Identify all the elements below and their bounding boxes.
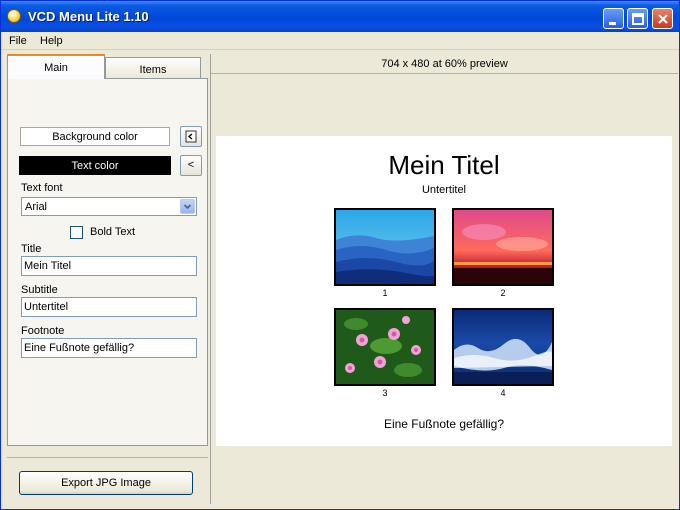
menu-item-label-4: 4	[500, 388, 506, 398]
menu-item-thumbnail-3[interactable]	[334, 308, 436, 386]
background-color-swatch[interactable]: Background color	[20, 127, 170, 146]
app-window: VCD Menu Lite 1.10 File Help Main Items …	[0, 0, 680, 510]
subtitle-label: Subtitle	[21, 284, 58, 296]
export-jpg-button[interactable]: Export JPG Image	[19, 471, 193, 495]
menu-help[interactable]: Help	[40, 35, 63, 47]
window-title: VCD Menu Lite 1.10	[28, 9, 149, 24]
tab-main[interactable]: Main	[7, 54, 105, 79]
text-color-swatch[interactable]: Text color	[19, 156, 171, 175]
footnote-field[interactable]: Eine Fußnote gefällig?	[21, 338, 197, 358]
bold-text-label: Bold Text	[90, 226, 136, 238]
edit-icon	[185, 130, 197, 143]
pink-flowers-image	[336, 310, 434, 384]
preview-panel: 704 x 480 at 60% preview Mein Titel Unte…	[210, 54, 678, 504]
maximize-button[interactable]	[627, 8, 648, 29]
red-sunset-image	[454, 210, 552, 284]
export-bar: Export JPG Image	[7, 457, 208, 504]
minimize-button[interactable]	[603, 8, 624, 29]
text-color-picker-button[interactable]: <	[180, 155, 202, 176]
preview-subtitle: Untertitel	[421, 184, 467, 196]
text-font-value: Arial	[25, 201, 48, 213]
blue-water-image	[454, 310, 552, 384]
text-font-select[interactable]: Arial	[21, 197, 197, 216]
menu-item-label-2: 2	[500, 288, 506, 298]
preview-footnote: Eine Fußnote gefällig?	[383, 417, 505, 431]
preview-area: Mein Titel Untertitel 1 2 3 4 Eine Fußno…	[211, 75, 678, 504]
main-tab-content: Background color Text color < Text font …	[7, 78, 208, 446]
title-field[interactable]: Mein Titel	[21, 256, 197, 276]
title-bar[interactable]: VCD Menu Lite 1.10	[1, 1, 679, 32]
menu-item-thumbnail-1[interactable]	[334, 208, 436, 286]
background-color-picker-button[interactable]	[180, 126, 202, 147]
menu-bar: File Help	[1, 32, 679, 50]
menu-item-label-3: 3	[382, 388, 388, 398]
menu-preview-canvas: Mein Titel Untertitel 1 2 3 4 Eine Fußno…	[216, 136, 672, 446]
menu-item-thumbnail-2[interactable]	[452, 208, 554, 286]
settings-panel: Main Items Background color Text color <…	[7, 54, 208, 504]
blue-mountains-image	[336, 210, 434, 284]
dropdown-button[interactable]	[180, 199, 195, 214]
text-color-picker-label: <	[187, 159, 195, 171]
title-label: Title	[21, 243, 42, 255]
preview-status: 704 x 480 at 60% preview	[211, 54, 678, 74]
text-font-label: Text font	[21, 182, 63, 194]
close-icon	[658, 14, 668, 24]
bold-text-checkbox[interactable]	[70, 226, 83, 239]
preview-title: Mein Titel	[388, 150, 500, 180]
close-button[interactable]	[652, 8, 673, 29]
minimize-icon	[609, 22, 616, 25]
menu-item-thumbnail-4[interactable]	[452, 308, 554, 386]
footnote-label: Footnote	[21, 325, 65, 337]
subtitle-field[interactable]: Untertitel	[21, 297, 197, 317]
menu-item-label-1: 1	[382, 288, 388, 298]
maximize-icon	[632, 13, 644, 25]
chevron-down-icon	[183, 204, 192, 210]
menu-file[interactable]: File	[9, 35, 27, 47]
disc-icon	[7, 9, 21, 23]
tab-items[interactable]: Items	[105, 57, 201, 78]
